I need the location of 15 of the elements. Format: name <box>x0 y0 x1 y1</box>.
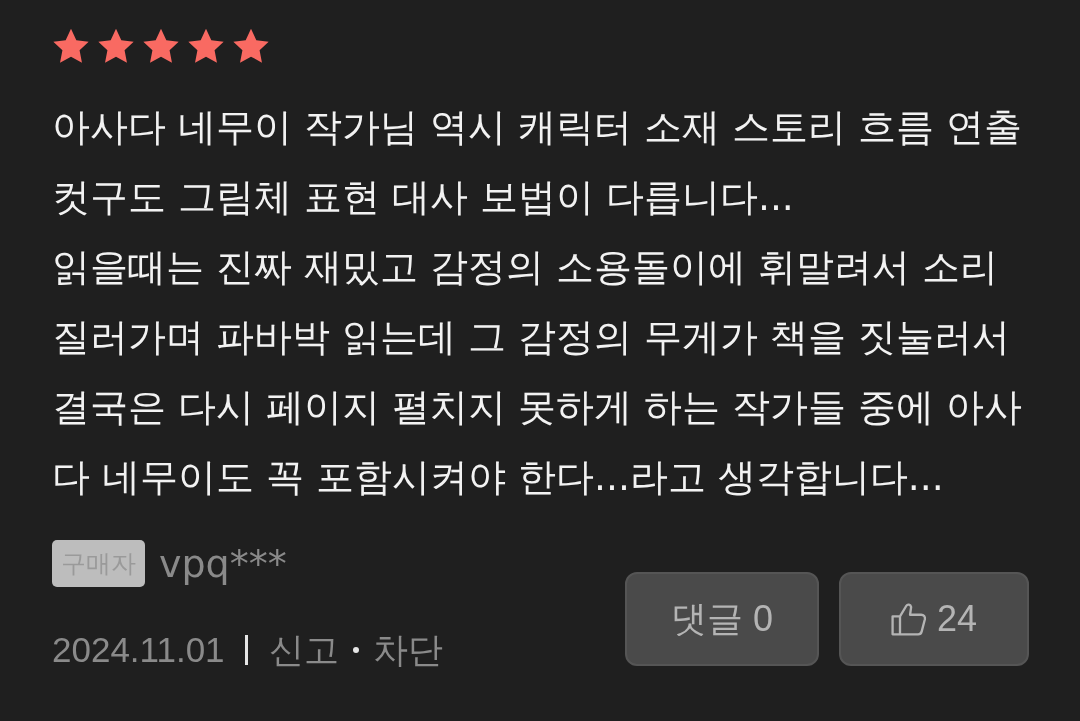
username: vpq*** <box>159 541 287 586</box>
star-icon <box>97 28 135 64</box>
dot-icon <box>352 647 359 653</box>
thumbs-up-icon <box>890 602 927 636</box>
action-link[interactable]: 차단 <box>372 628 443 672</box>
review-text: 읽을때는 진짜 재밌고 감정의 소용돌이에 휘말려서 소리 질러가며 파바박 읽는데 그 감정의 무게가 책을 짓눌러서 결국은 다시 페이지 펼치지 못하게 하는 작가들 중에 아사다 네무이도 꼭 포함시켜야 한다...라고 생각합니다... <box>52 244 1023 501</box>
review-date: 2024.11.01 <box>52 629 225 671</box>
action-link[interactable]: 신고 <box>268 628 339 672</box>
star-icon <box>52 28 90 64</box>
star-icon <box>187 28 225 64</box>
like-button[interactable]: 24 <box>839 572 1029 666</box>
star-icon <box>142 28 180 64</box>
comments-button[interactable]: 댓글 0 <box>625 572 819 666</box>
star-icon <box>232 28 270 64</box>
review-text: 아사다 네무이 작가님 역시 캐릭터 소재 스토리 흐름 연출 컷구도 그림체 표현 대사 보법이 다릅니다... <box>52 104 1023 221</box>
